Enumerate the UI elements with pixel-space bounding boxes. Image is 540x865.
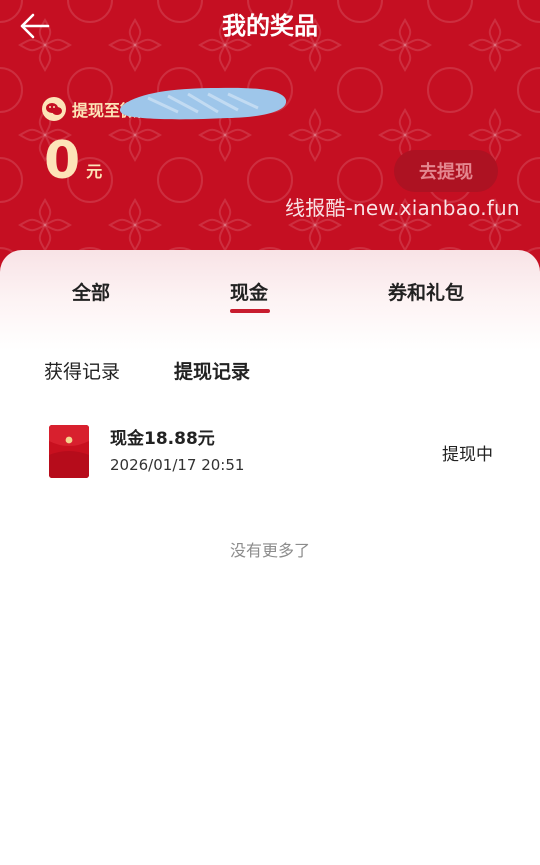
record-subtabs: 获得记录 提现记录 (0, 357, 540, 387)
record-time: 2026/01/17 20:51 (110, 456, 245, 474)
page-title: 我的奖品 (222, 12, 318, 40)
balance-amount: 0 元 (44, 132, 102, 190)
wechat-icon (42, 97, 66, 121)
redaction-mark (120, 87, 287, 120)
prize-tabs: 全部 现金 券和礼包 (0, 278, 540, 318)
tab-coupons-gifts[interactable]: 券和礼包 (388, 278, 464, 305)
record-status: 提现中 (442, 445, 493, 465)
header-banner: 我的奖品 提现至微信 0 元 去提现 线报酷-new.xianbao.fun (0, 0, 540, 290)
prize-page: 我的奖品 提现至微信 0 元 去提现 线报酷-new.xianbao.fun 全… (0, 0, 540, 865)
tab-cash[interactable]: 现金 (230, 278, 268, 305)
active-tab-indicator (230, 309, 270, 313)
tab-all[interactable]: 全部 (72, 278, 110, 305)
amount-unit: 元 (86, 162, 103, 181)
no-more-text: 没有更多了 (229, 541, 310, 560)
record-title: 现金18.88元 (110, 429, 215, 449)
subtab-withdraw-records[interactable]: 提现记录 (174, 357, 250, 384)
amount-value: 0 (44, 131, 81, 191)
subtab-earned-records[interactable]: 获得记录 (44, 357, 120, 384)
red-envelope-icon (49, 425, 89, 478)
watermark-text: 线报酷-new.xianbao.fun (285, 196, 520, 220)
list-item[interactable]: 现金18.88元 2026/01/17 20:51 提现中 (0, 422, 540, 482)
prize-card: 全部 现金 券和礼包 获得记录 提现记录 现金18.88元 2026/01/17… (0, 250, 540, 865)
withdraw-button[interactable]: 去提现 (394, 150, 498, 192)
